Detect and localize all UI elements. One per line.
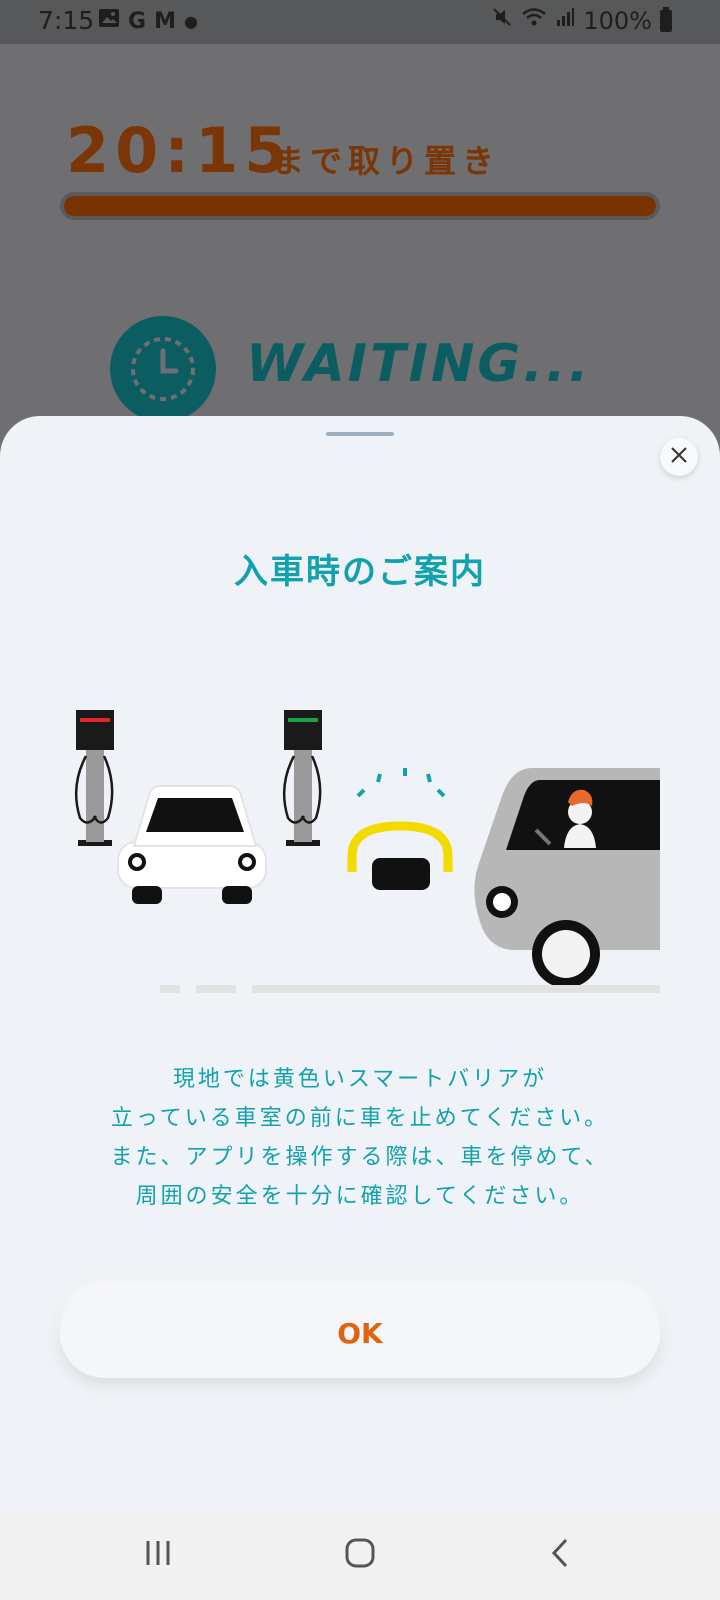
home-icon <box>344 1537 376 1573</box>
battery-icon <box>660 7 672 32</box>
navigation-bar <box>0 1510 720 1600</box>
waiting-clock-icon <box>110 316 216 422</box>
notification-icons: G M ● <box>98 8 198 36</box>
message-line: 立っている車室の前に車を止めてください。 <box>110 1106 610 1131</box>
home-button[interactable] <box>330 1532 390 1578</box>
close-icon <box>670 446 688 468</box>
van-illustration <box>474 768 660 988</box>
road-lines <box>160 985 660 993</box>
system-icons: 100% <box>491 6 672 36</box>
status-time: 7:15 <box>38 6 95 35</box>
status-bar: 7:15 G M ● 100% <box>0 0 720 44</box>
guide-message: 現地では黄色いスマートバリアが 立っている車室の前に車を止めてください。 また、… <box>0 1060 720 1216</box>
gallery-icon <box>98 8 120 36</box>
wifi-icon <box>521 6 547 36</box>
message-line: 周囲の安全を十分に確認してください。 <box>135 1184 585 1209</box>
reservation-progress-bar <box>60 192 660 220</box>
reservation-page: 20:15 まで取り置き WAITING... <box>0 44 720 444</box>
close-button[interactable] <box>660 438 698 476</box>
back-button[interactable] <box>530 1532 590 1578</box>
recent-apps-button[interactable] <box>128 1532 188 1578</box>
ev-charger-illustration-2 <box>282 710 322 846</box>
back-icon <box>548 1537 572 1573</box>
sheet-drag-handle[interactable] <box>326 432 394 436</box>
gmail-icon: M <box>154 9 176 34</box>
message-line: 現地では黄色いスマートバリアが <box>172 1067 548 1092</box>
reservation-progress-fill <box>64 196 656 216</box>
entry-guide-sheet: 入車時のご案内 現地では黄色いスマートバリアが 立っている車室の前に車を止めてく… <box>0 416 720 1510</box>
reserve-time: 20:15 <box>66 114 294 187</box>
signal-icon <box>555 7 575 35</box>
waiting-status-text: WAITING... <box>246 334 592 394</box>
mute-icon <box>491 6 513 36</box>
recent-apps-icon <box>143 1538 173 1572</box>
ev-charger-illustration-1 <box>74 710 114 846</box>
reserve-suffix: まで取り置き <box>272 142 501 180</box>
parked-car-illustration <box>117 785 267 904</box>
parking-illustration <box>74 710 660 993</box>
dot-icon: ● <box>183 12 198 31</box>
message-line: また、アプリを操作する際は、車を停めて、 <box>110 1145 610 1170</box>
google-icon: G <box>128 9 147 34</box>
ok-button[interactable]: OK <box>60 1288 660 1378</box>
smart-barrier-illustration <box>347 768 453 890</box>
sheet-title: 入車時のご案内 <box>234 552 486 592</box>
battery-level: 100% <box>583 7 652 35</box>
